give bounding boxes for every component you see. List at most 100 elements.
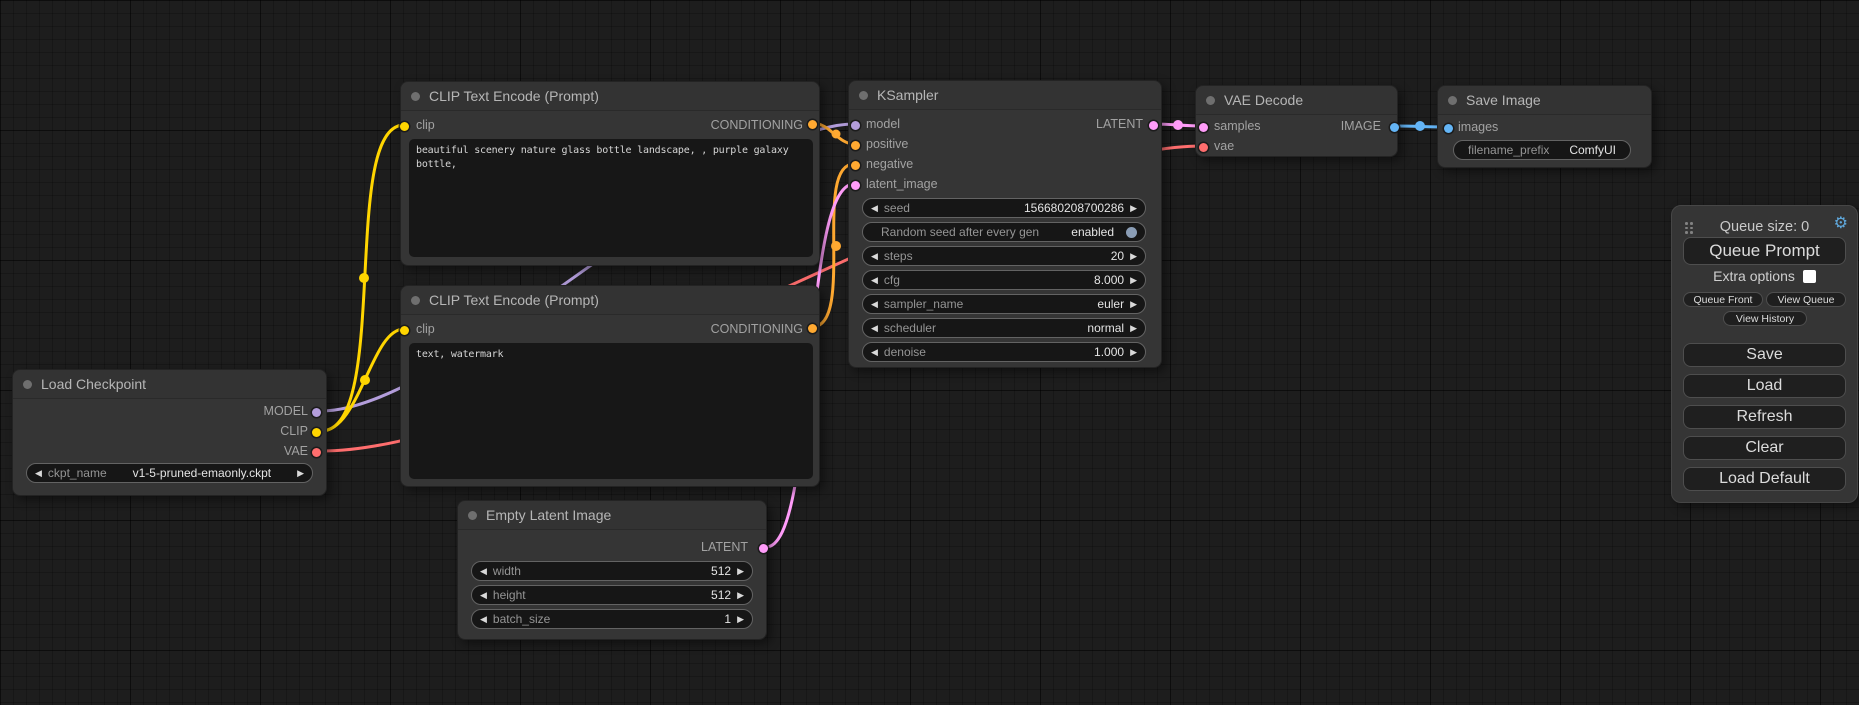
prev-arrow-icon[interactable]: ◀ [35,469,42,478]
node-save-image[interactable]: Save Image images filename_prefix ComfyU… [1437,85,1652,168]
input-slot-clip[interactable] [400,122,409,131]
wire-dot-cond2[interactable] [831,241,841,251]
save-button[interactable]: Save [1683,343,1846,367]
collapse-dot-icon[interactable] [411,296,420,305]
prev-arrow-icon[interactable]: ◀ [871,348,878,357]
collapse-dot-icon[interactable] [1206,96,1215,105]
node-title-bar[interactable]: KSampler [849,81,1161,110]
input-slot-positive[interactable] [851,141,860,150]
view-history-button[interactable]: View History [1723,311,1807,326]
toggle-icon[interactable] [1126,227,1137,238]
cfg-widget[interactable]: ◀ cfg 8.000 ▶ [862,270,1146,290]
node-title-bar[interactable]: Load Checkpoint [13,370,326,399]
input-slot-negative[interactable] [851,161,860,170]
scheduler-widget[interactable]: ◀ scheduler normal ▶ [862,318,1146,338]
prev-arrow-icon[interactable]: ◀ [871,276,878,285]
wire-dot-clip1[interactable] [359,273,369,283]
seed-widget[interactable]: ◀ seed 156680208700286 ▶ [862,198,1146,218]
steps-widget[interactable]: ◀ steps 20 ▶ [862,246,1146,266]
collapse-dot-icon[interactable] [411,92,420,101]
wire-dot-cond1[interactable] [832,130,841,139]
collapse-dot-icon[interactable] [1448,96,1457,105]
input-slot-clip[interactable] [400,326,409,335]
denoise-widget[interactable]: ◀ denoise 1.000 ▶ [862,342,1146,362]
ckpt-name-widget[interactable]: ◀ ckpt_name v1-5-pruned-emaonly.ckpt ▶ [26,463,313,483]
output-label-conditioning: CONDITIONING [711,118,803,132]
node-vae-decode[interactable]: VAE Decode samples vae IMAGE [1195,85,1398,157]
next-arrow-icon[interactable]: ▶ [737,567,744,576]
prev-arrow-icon[interactable]: ◀ [871,300,878,309]
node-clip-text-encode-positive[interactable]: CLIP Text Encode (Prompt) clip CONDITION… [400,81,820,266]
load-default-button[interactable]: Load Default [1683,467,1846,491]
widget-label: sampler_name [884,297,963,311]
input-slot-model[interactable] [851,121,860,130]
prev-arrow-icon[interactable]: ◀ [480,591,487,600]
node-empty-latent-image[interactable]: Empty Latent Image LATENT ◀ width 512 ▶ … [457,500,767,640]
queue-size-label: Queue size: 0 [1672,219,1857,235]
node-title-bar[interactable]: Save Image [1438,86,1651,115]
collapse-dot-icon[interactable] [859,91,868,100]
node-title: Load Checkpoint [41,376,146,392]
extra-options-checkbox[interactable] [1803,270,1816,283]
widget-label: steps [884,249,913,263]
node-title-bar[interactable]: CLIP Text Encode (Prompt) [401,82,819,111]
collapse-dot-icon[interactable] [23,380,32,389]
node-title-bar[interactable]: CLIP Text Encode (Prompt) [401,286,819,315]
filename-prefix-widget[interactable]: filename_prefix ComfyUI [1453,140,1631,160]
next-arrow-icon[interactable]: ▶ [1130,276,1137,285]
prompt-textarea[interactable]: beautiful scenery nature glass bottle la… [409,139,813,257]
node-load-checkpoint[interactable]: Load Checkpoint MODEL CLIP VAE ◀ ckpt_na… [12,369,327,496]
node-clip-text-encode-negative[interactable]: CLIP Text Encode (Prompt) clip CONDITION… [400,285,820,487]
collapse-dot-icon[interactable] [468,511,477,520]
next-arrow-icon[interactable]: ▶ [297,469,304,478]
node-title-bar[interactable]: VAE Decode [1196,86,1397,115]
output-slot-conditioning[interactable] [808,120,817,129]
clear-button[interactable]: Clear [1683,436,1846,460]
input-label-model: model [866,117,900,131]
prev-arrow-icon[interactable]: ◀ [871,324,878,333]
output-slot-latent[interactable] [759,544,768,553]
prompt-textarea[interactable]: text, watermark [409,343,813,479]
next-arrow-icon[interactable]: ▶ [1130,324,1137,333]
prev-arrow-icon[interactable]: ◀ [871,204,878,213]
next-arrow-icon[interactable]: ▶ [737,615,744,624]
wire-dot-image[interactable] [1415,121,1425,131]
prev-arrow-icon[interactable]: ◀ [871,252,878,261]
prev-arrow-icon[interactable]: ◀ [480,567,487,576]
output-slot-clip[interactable] [312,428,321,437]
next-arrow-icon[interactable]: ▶ [1130,204,1137,213]
load-button[interactable]: Load [1683,374,1846,398]
queue-front-button[interactable]: Queue Front [1683,292,1763,307]
settings-gear-icon[interactable]: ⚙ [1834,216,1848,232]
prev-arrow-icon[interactable]: ◀ [480,615,487,624]
input-label-negative: negative [866,157,913,171]
width-widget[interactable]: ◀ width 512 ▶ [471,561,753,581]
node-ksampler[interactable]: KSampler model positive negative latent_… [848,80,1162,368]
input-slot-samples[interactable] [1199,123,1208,132]
next-arrow-icon[interactable]: ▶ [737,591,744,600]
output-slot-conditioning[interactable] [808,324,817,333]
input-slot-images[interactable] [1444,124,1453,133]
output-slot-model[interactable] [312,408,321,417]
next-arrow-icon[interactable]: ▶ [1130,348,1137,357]
wire-dot-latent[interactable] [1173,120,1183,130]
next-arrow-icon[interactable]: ▶ [1130,300,1137,309]
sampler-name-widget[interactable]: ◀ sampler_name euler ▶ [862,294,1146,314]
random-seed-widget[interactable]: Random seed after every gen enabled [862,222,1146,242]
height-widget[interactable]: ◀ height 512 ▶ [471,585,753,605]
output-slot-vae[interactable] [312,448,321,457]
view-queue-button[interactable]: View Queue [1766,292,1846,307]
output-slot-image[interactable] [1390,123,1399,132]
comfyui-canvas[interactable]: { "slot_colors": { "model": "#b39ddb", "… [0,0,1859,705]
refresh-button[interactable]: Refresh [1683,405,1846,429]
input-slot-latent-image[interactable] [851,181,860,190]
batch-size-widget[interactable]: ◀ batch_size 1 ▶ [471,609,753,629]
input-label-latent-image: latent_image [866,177,938,191]
widget-label: width [493,564,521,578]
output-slot-latent[interactable] [1149,121,1158,130]
node-title-bar[interactable]: Empty Latent Image [458,501,766,530]
input-slot-vae[interactable] [1199,143,1208,152]
next-arrow-icon[interactable]: ▶ [1130,252,1137,261]
wire-dot-clip2[interactable] [360,375,370,385]
queue-prompt-button[interactable]: Queue Prompt [1683,237,1846,265]
